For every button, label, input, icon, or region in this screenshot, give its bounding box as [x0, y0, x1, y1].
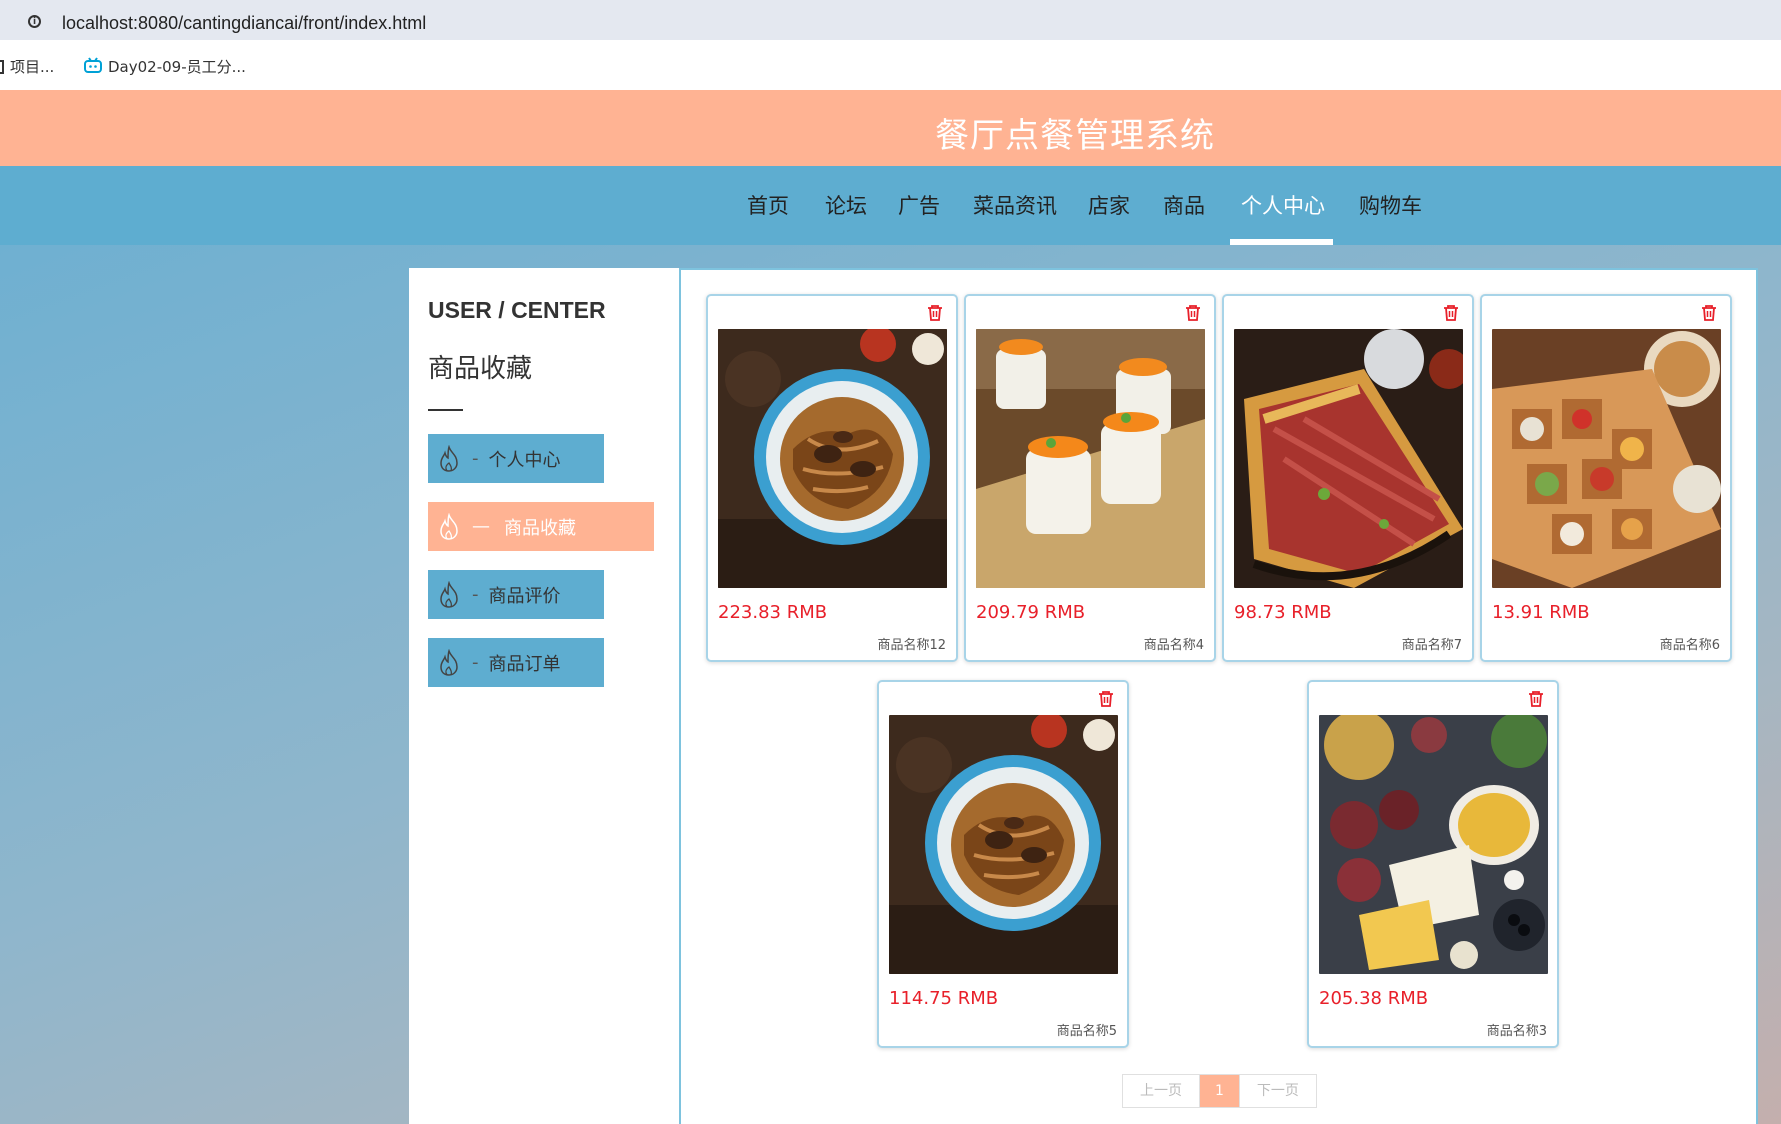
product-name[interactable]: 商品名称3: [1487, 1020, 1547, 1039]
nav-dish-news[interactable]: 菜品资讯: [973, 190, 1057, 220]
sidebar-item-favorites[interactable]: — 商品收藏: [428, 502, 654, 551]
info-icon[interactable]: i: [28, 15, 41, 28]
trash-icon[interactable]: [1097, 690, 1115, 708]
sidebar-item-reviews[interactable]: - 商品评价: [428, 570, 604, 619]
page-number-button[interactable]: 1: [1199, 1075, 1239, 1107]
product-card[interactable]: 13.91 RMB 商品名称6: [1480, 294, 1732, 662]
user-center-sidebar: USER / CENTER 商品收藏 - 个人中心 — 商品收藏 - 商品评价 …: [409, 268, 679, 1124]
flame-icon: [440, 444, 458, 472]
product-card[interactable]: 223.83 RMB 商品名称12: [706, 294, 958, 662]
sidebar-divider: [428, 409, 463, 411]
product-card[interactable]: 98.73 RMB 商品名称7: [1222, 294, 1474, 662]
trash-icon[interactable]: [1184, 304, 1202, 322]
bookmark-label: Day02-09-员工分...: [108, 58, 246, 76]
trash-icon[interactable]: [1700, 304, 1718, 322]
flame-icon: [440, 512, 458, 540]
product-price: 114.75 RMB: [889, 988, 999, 1009]
url-text[interactable]: localhost:8080/cantingdiancai/front/inde…: [62, 13, 426, 34]
menu-dash: -: [472, 448, 479, 469]
product-image-cheese-platter[interactable]: [1319, 715, 1548, 974]
nav-products[interactable]: 商品: [1163, 190, 1205, 220]
nav-ads[interactable]: 广告: [898, 190, 940, 220]
product-price: 209.79 RMB: [976, 602, 1086, 623]
address-bar: i localhost:8080/cantingdiancai/front/in…: [0, 0, 1781, 40]
prev-page-button[interactable]: 上一页: [1123, 1075, 1199, 1107]
product-price: 205.38 RMB: [1319, 988, 1429, 1009]
product-name[interactable]: 商品名称5: [1057, 1020, 1117, 1039]
trash-icon[interactable]: [926, 304, 944, 322]
menu-dash: -: [472, 652, 479, 673]
address-field[interactable]: i localhost:8080/cantingdiancai/front/in…: [6, 4, 1781, 36]
site-header: 餐厅点餐管理系统: [0, 90, 1781, 166]
product-image-noodles[interactable]: [889, 715, 1118, 974]
nav-user-center[interactable]: 个人中心: [1241, 190, 1325, 220]
trash-icon[interactable]: [1527, 690, 1545, 708]
sidebar-subtitle: 商品收藏: [428, 354, 533, 384]
product-name[interactable]: 商品名称12: [877, 634, 946, 653]
bookmark-label: 项目...: [10, 58, 55, 76]
flame-icon: [440, 580, 458, 608]
product-price: 98.73 RMB: [1234, 602, 1332, 623]
product-card[interactable]: 205.38 RMB 商品名称3: [1307, 680, 1559, 1048]
bilibili-icon: [84, 56, 102, 77]
pagination: 上一页 1 下一页: [1122, 1074, 1317, 1108]
product-card[interactable]: 209.79 RMB 商品名称4: [964, 294, 1216, 662]
product-name[interactable]: 商品名称7: [1402, 634, 1462, 653]
nav-shops[interactable]: 店家: [1088, 190, 1130, 220]
menu-label: 商品收藏: [504, 517, 576, 539]
main-nav: 首页 论坛 广告 菜品资讯 店家 商品 个人中心 购物车: [0, 166, 1781, 245]
bookmark-item[interactable]: Day02-09-员工分...: [84, 56, 246, 77]
site-title: 餐厅点餐管理系统: [935, 116, 1215, 156]
nav-forum[interactable]: 论坛: [825, 190, 867, 220]
folder-icon: [0, 59, 4, 74]
menu-label: 个人中心: [488, 449, 561, 471]
menu-label: 商品评价: [488, 585, 561, 607]
favorites-panel: 223.83 RMB 商品名称12 209.79 RMB 商品名称4 98.73…: [679, 268, 1758, 1124]
product-image-noodles[interactable]: [718, 329, 947, 588]
product-name[interactable]: 商品名称4: [1144, 634, 1204, 653]
sidebar-item-user-center[interactable]: - 个人中心: [428, 434, 604, 483]
product-name[interactable]: 商品名称6: [1660, 634, 1720, 653]
sidebar-item-orders[interactable]: - 商品订单: [428, 638, 604, 687]
flame-icon: [440, 648, 458, 676]
menu-dash: -: [472, 584, 479, 605]
next-page-button[interactable]: 下一页: [1238, 1075, 1316, 1107]
bookmark-item[interactable]: 项目...: [0, 56, 54, 77]
trash-icon[interactable]: [1442, 304, 1460, 322]
product-image-bento[interactable]: [1492, 329, 1721, 588]
sidebar-title: USER / CENTER: [428, 297, 606, 323]
product-image-sandwich[interactable]: [1234, 329, 1463, 588]
product-image-sushi[interactable]: [976, 329, 1205, 588]
nav-cart[interactable]: 购物车: [1359, 190, 1422, 220]
product-price: 223.83 RMB: [718, 602, 828, 623]
nav-home[interactable]: 首页: [747, 190, 789, 220]
menu-label: 商品订单: [488, 653, 561, 675]
menu-dash: —: [472, 516, 490, 537]
product-price: 13.91 RMB: [1492, 602, 1590, 623]
product-card[interactable]: 114.75 RMB 商品名称5: [877, 680, 1129, 1048]
bookmarks-bar: 项目... Day02-09-员工分...: [0, 40, 1781, 90]
